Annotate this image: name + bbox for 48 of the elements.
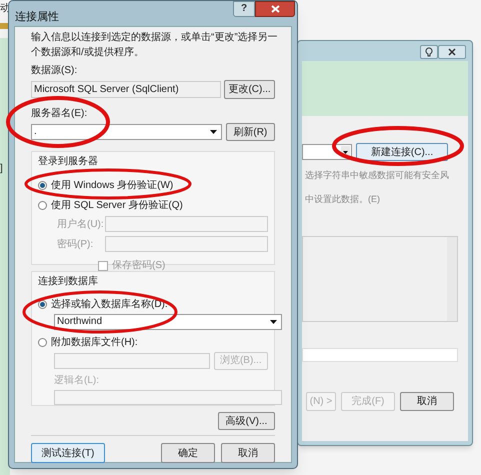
dropdown-arrow-icon — [270, 320, 277, 324]
refresh-button[interactable]: 刷新(R) — [226, 123, 275, 141]
scrollbar[interactable] — [447, 237, 457, 321]
server-dropdown[interactable]: . — [31, 124, 222, 140]
help-button[interactable] — [420, 45, 438, 59]
input-field[interactable] — [104, 236, 268, 252]
input-field[interactable] — [54, 390, 282, 405]
radio-label: 使用 SQL Server 身份验证(Q) — [51, 199, 183, 213]
data-source-field: Microsoft SQL Server (SqlClient) — [31, 81, 222, 98]
radio-label: 附加数据库文件(H): — [51, 336, 138, 350]
advanced-button[interactable]: 高级(V)... — [218, 412, 275, 430]
radio-button[interactable] — [38, 300, 47, 309]
close-button[interactable] — [438, 45, 466, 59]
test-connection-button[interactable]: 测试连接(T) — [31, 443, 105, 463]
input-field[interactable] — [54, 352, 210, 369]
radio-button[interactable] — [38, 181, 47, 190]
wizard-button[interactable]: 取消 — [400, 392, 454, 411]
field-label: 逻辑名(L): — [54, 374, 100, 388]
radio-label: 使用 Windows 身份验证(W) — [51, 179, 174, 193]
close-icon — [270, 5, 280, 13]
field-label: 密码(P): — [56, 238, 94, 252]
note-text: 选择字符串中敏感数据可能有安全风 — [304, 169, 450, 182]
dropdown-arrow-icon — [210, 130, 217, 134]
field-label: 用户名(U): — [56, 218, 105, 232]
group-title: 登录到服务器 — [38, 155, 99, 169]
input-field[interactable] — [104, 216, 268, 232]
ok-button[interactable]: 确定 — [161, 443, 215, 463]
checkbox-label: 保存密码(S) — [112, 258, 166, 273]
radio-button[interactable] — [38, 338, 47, 347]
help-button[interactable]: ? — [233, 1, 255, 17]
lightbulb-icon — [425, 47, 433, 57]
cancel-button[interactable]: 取消 — [221, 443, 275, 463]
database-dropdown[interactable]: Northwind — [54, 314, 282, 330]
checkbox[interactable] — [98, 260, 108, 270]
field-label: 服务器名(E): — [31, 107, 88, 121]
close-icon — [448, 48, 456, 56]
desktop-text: ] — [0, 164, 3, 174]
window-title: 连接属性 — [15, 10, 59, 25]
field-label: 数据源(S): — [31, 64, 78, 78]
folder-icon — [0, 22, 8, 29]
input-field[interactable] — [302, 348, 458, 362]
close-button[interactable] — [255, 1, 295, 17]
radio-button[interactable] — [38, 201, 47, 210]
instruction-text: 输入信息以连接到选定的数据源，或单击“更改”选择另一个数据源和/或提供程序。 — [31, 30, 279, 60]
new-connection-button[interactable]: 新建连接(C)... — [356, 143, 448, 161]
change-button[interactable]: 更改(C)... — [224, 80, 275, 99]
note-text: 中设置此数据。(E) — [304, 192, 381, 206]
group-title: 连接到数据库 — [38, 274, 99, 289]
